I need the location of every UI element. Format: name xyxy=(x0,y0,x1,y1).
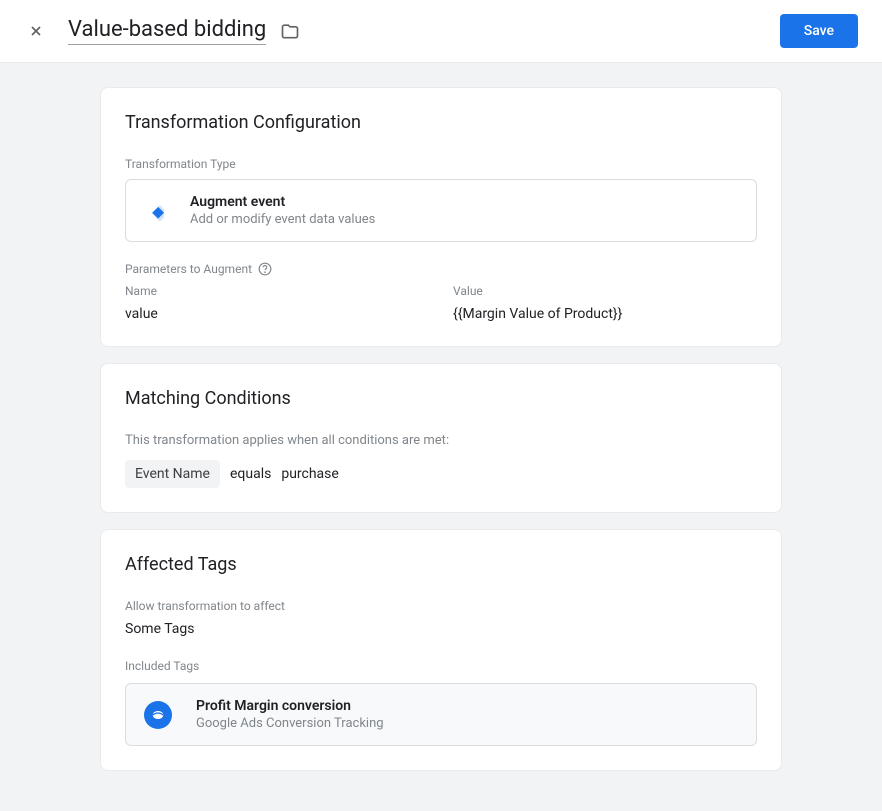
allow-label: Allow transformation to affect xyxy=(125,599,757,613)
google-ads-icon xyxy=(144,701,172,729)
params-label: Parameters to Augment xyxy=(125,262,252,276)
condition-value: purchase xyxy=(281,466,339,482)
params-row: Name value Value {{Margin Value of Produ… xyxy=(125,284,757,322)
param-name-label: Name xyxy=(125,284,429,298)
conditions-desc: This transformation applies when all con… xyxy=(125,433,757,448)
type-label: Transformation Type xyxy=(125,157,757,171)
condition-row: Event Name equals purchase xyxy=(125,460,757,488)
config-title: Transformation Configuration xyxy=(125,112,757,133)
type-texts: Augment event Add or modify event data v… xyxy=(190,194,375,227)
params-label-row: Parameters to Augment xyxy=(125,262,757,276)
param-name-value: value xyxy=(125,306,429,322)
params-section: Parameters to Augment Name value Value { xyxy=(125,262,757,322)
tags-title: Affected Tags xyxy=(125,554,757,575)
param-value-col: Value {{Margin Value of Product}} xyxy=(453,284,757,322)
condition-field: Event Name xyxy=(125,460,220,488)
title-wrap: Value-based bidding xyxy=(68,17,780,45)
transformation-type-selector[interactable]: Augment event Add or modify event data v… xyxy=(125,179,757,242)
condition-operator: equals xyxy=(230,466,271,482)
augment-icon xyxy=(144,201,164,221)
help-button[interactable] xyxy=(258,262,272,276)
close-button[interactable] xyxy=(24,19,48,43)
folder-icon xyxy=(280,21,300,41)
type-name: Augment event xyxy=(190,194,375,210)
tag-name: Profit Margin conversion xyxy=(196,698,384,714)
param-value-value: {{Margin Value of Product}} xyxy=(453,306,757,322)
config-card: Transformation Configuration Transformat… xyxy=(100,87,782,347)
type-desc: Add or modify event data values xyxy=(190,212,375,227)
save-button[interactable]: Save xyxy=(780,14,858,48)
tag-texts: Profit Margin conversion Google Ads Conv… xyxy=(196,698,384,731)
param-name-col: Name value xyxy=(125,284,429,322)
page-title[interactable]: Value-based bidding xyxy=(68,17,266,45)
allow-value: Some Tags xyxy=(125,621,757,637)
param-value-label: Value xyxy=(453,284,757,298)
close-icon xyxy=(28,23,44,39)
page-body: Transformation Configuration Transformat… xyxy=(0,62,882,811)
folder-button[interactable] xyxy=(280,21,300,41)
help-icon xyxy=(258,262,272,276)
tag-type: Google Ads Conversion Tracking xyxy=(196,716,384,731)
header-bar: Value-based bidding Save xyxy=(0,0,882,62)
tags-card: Affected Tags Allow transformation to af… xyxy=(100,529,782,771)
included-label: Included Tags xyxy=(125,659,757,673)
conditions-title: Matching Conditions xyxy=(125,388,757,409)
included-tag-item[interactable]: Profit Margin conversion Google Ads Conv… xyxy=(125,683,757,746)
conditions-card: Matching Conditions This transformation … xyxy=(100,363,782,513)
